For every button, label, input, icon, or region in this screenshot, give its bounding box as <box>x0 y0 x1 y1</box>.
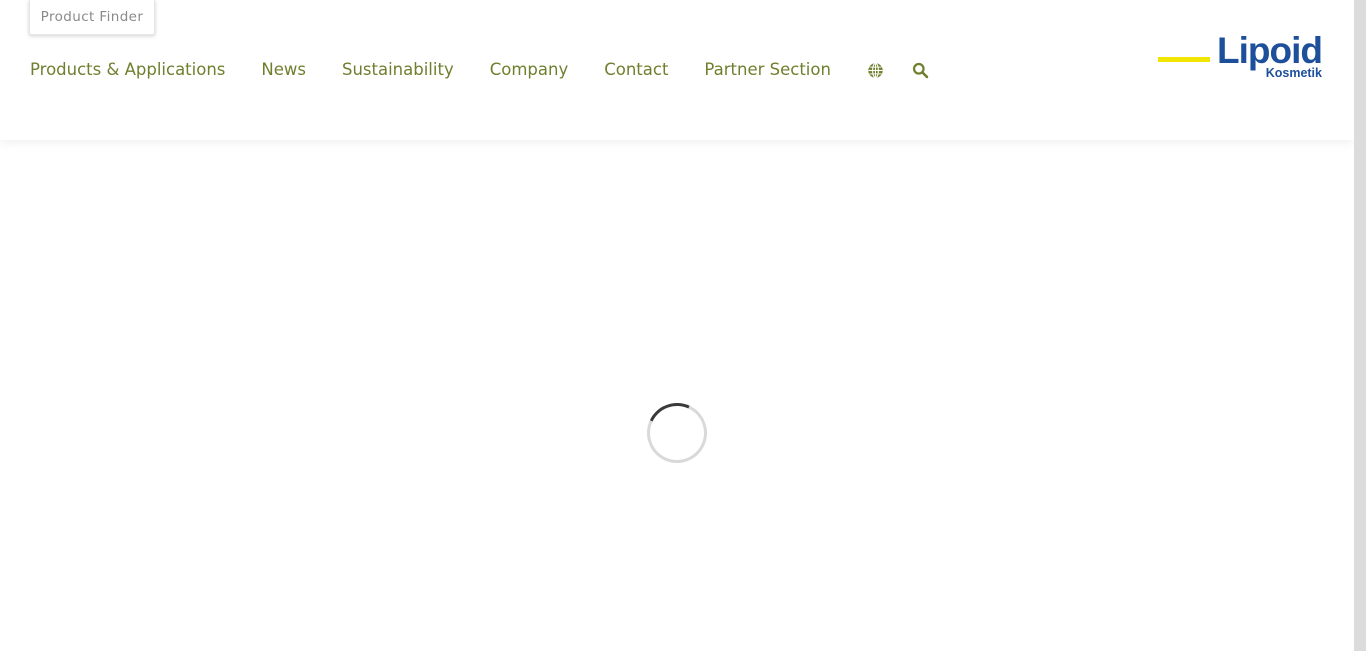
main-content <box>0 140 1354 651</box>
main-navigation: Products & Applications News Sustainabil… <box>30 58 957 82</box>
lipoid-kosmetik-logo[interactable]: Lipoid Kosmetik <box>1158 31 1324 81</box>
page: Product Finder Products & Applications N… <box>0 0 1366 651</box>
logo-subline: Kosmetik <box>1266 66 1322 80</box>
nav-item-contact[interactable]: Contact <box>604 58 668 82</box>
globe-icon-graphic <box>868 62 884 78</box>
nav-item-company[interactable]: Company <box>490 58 569 82</box>
page-scrollbar[interactable] <box>1354 0 1366 651</box>
search-icon[interactable] <box>912 61 930 79</box>
logo-yellow-bar <box>1158 57 1210 62</box>
search-icon-graphic <box>913 62 929 78</box>
nav-item-products-applications[interactable]: Products & Applications <box>30 58 225 82</box>
logo-wordmark: Lipoid <box>1217 31 1322 71</box>
nav-item-sustainability[interactable]: Sustainability <box>342 58 454 82</box>
product-finder-button[interactable]: Product Finder <box>29 0 155 35</box>
globe-icon[interactable] <box>867 61 885 79</box>
nav-item-partner-section[interactable]: Partner Section <box>704 58 831 82</box>
site-header: Product Finder Products & Applications N… <box>0 0 1354 140</box>
nav-item-news[interactable]: News <box>261 58 306 82</box>
